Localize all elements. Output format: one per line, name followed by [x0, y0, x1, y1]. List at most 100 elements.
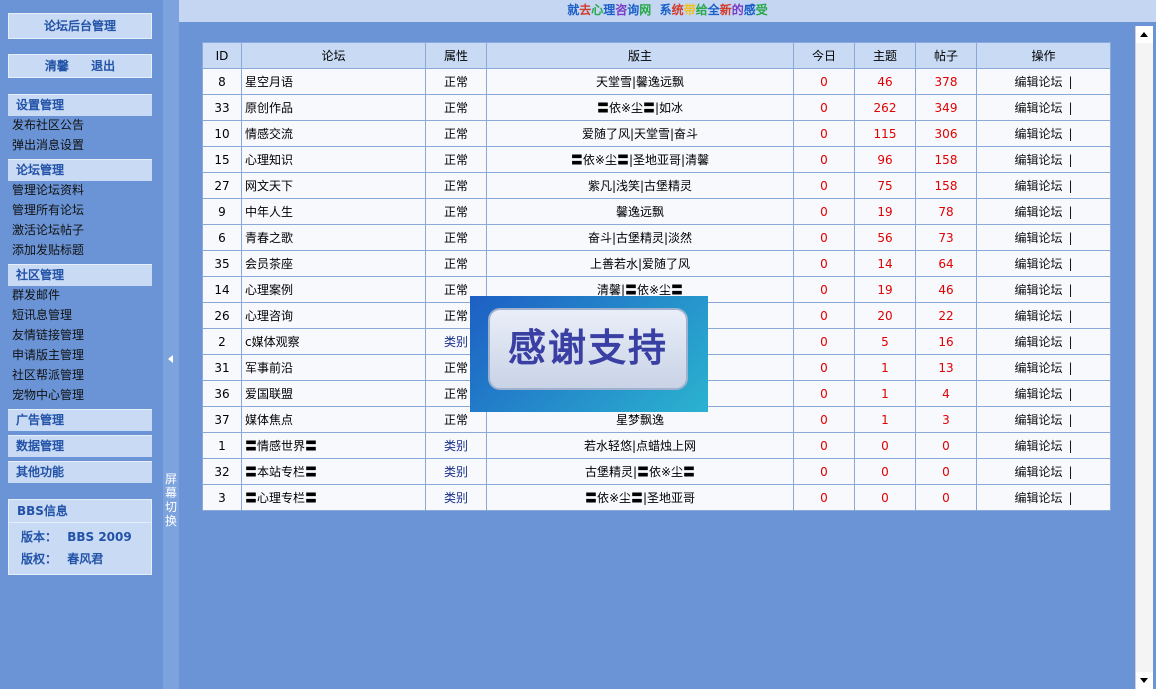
- sidebar-group-header[interactable]: 广告管理: [8, 409, 152, 431]
- admin-title: 论坛后台管理: [43, 19, 116, 33]
- forum-name[interactable]: 星空月语: [241, 68, 426, 95]
- sidebar-item[interactable]: 管理论坛资料: [12, 180, 84, 200]
- edit-forum-link[interactable]: 编辑论坛: [1014, 101, 1062, 115]
- clear-button[interactable]: 清馨: [45, 59, 69, 73]
- forum-id: 2: [202, 328, 242, 355]
- action-separator: |: [1068, 153, 1073, 167]
- forum-moderators: 若水轻悠|点蜡烛上网: [486, 432, 794, 459]
- forum-name[interactable]: 〓本站专栏〓: [241, 458, 426, 485]
- forum-name[interactable]: 军事前沿: [241, 354, 426, 381]
- sidebar-item[interactable]: 弹出消息设置: [12, 135, 84, 155]
- forum-id: 31: [202, 354, 242, 381]
- edit-forum-link[interactable]: 编辑论坛: [1014, 387, 1062, 401]
- forum-name[interactable]: 会员茶座: [241, 250, 426, 277]
- edit-forum-link[interactable]: 编辑论坛: [1014, 465, 1062, 479]
- table-row: 3 〓心理专栏〓 类别 〓依※尘〓|圣地亚哥 0 0 0 编辑论坛 |: [202, 484, 1111, 511]
- forum-posts: 64: [915, 250, 977, 277]
- forum-actions: 编辑论坛 |: [976, 354, 1111, 381]
- scroll-up-button[interactable]: [1136, 26, 1153, 43]
- sidebar-item[interactable]: 短讯息管理: [12, 305, 72, 325]
- forum-posts: 0: [915, 432, 977, 459]
- slogan-char: 感: [743, 3, 756, 17]
- sidebar-group-header[interactable]: 设置管理: [8, 94, 152, 116]
- edit-forum-link[interactable]: 编辑论坛: [1014, 75, 1062, 89]
- forum-today: 0: [793, 328, 855, 355]
- sidebar-group-header[interactable]: 社区管理: [8, 264, 152, 286]
- scroll-down-button[interactable]: [1136, 672, 1153, 689]
- top-banner: 就去心理咨询网 系统带给全新的感受: [179, 0, 1156, 22]
- sidebar-group-header[interactable]: 论坛管理: [8, 159, 152, 181]
- sidebar-group-header[interactable]: 其他功能: [8, 461, 152, 483]
- edit-forum-link[interactable]: 编辑论坛: [1014, 205, 1062, 219]
- action-separator: |: [1068, 465, 1073, 479]
- sidebar-item[interactable]: 管理所有论坛: [12, 200, 84, 220]
- forum-name[interactable]: 〓情感世界〓: [241, 432, 426, 459]
- table-row: 27 网文天下 正常 紫凡|浅笑|古堡精灵 0 75 158 编辑论坛 |: [202, 172, 1111, 199]
- sidebar-item[interactable]: 申请版主管理: [12, 345, 84, 365]
- forum-actions: 编辑论坛 |: [976, 458, 1111, 485]
- forum-name[interactable]: 心理知识: [241, 146, 426, 173]
- edit-forum-link[interactable]: 编辑论坛: [1014, 153, 1062, 167]
- forum-name[interactable]: 〓心理专栏〓: [241, 484, 426, 511]
- screen-toggle-char[interactable]: 屏: [164, 472, 178, 486]
- forum-posts: 13: [915, 354, 977, 381]
- forum-name[interactable]: 网文天下: [241, 172, 426, 199]
- edit-forum-link[interactable]: 编辑论坛: [1014, 257, 1062, 271]
- slogan-char: 询: [627, 3, 640, 17]
- slogan-char: 理: [603, 3, 616, 17]
- forum-name[interactable]: 爱国联盟: [241, 380, 426, 407]
- forum-id: 37: [202, 406, 242, 433]
- edit-forum-link[interactable]: 编辑论坛: [1014, 309, 1062, 323]
- forum-name[interactable]: 心理咨询: [241, 302, 426, 329]
- edit-forum-link[interactable]: 编辑论坛: [1014, 127, 1062, 141]
- slogan-char: 心: [591, 3, 604, 17]
- col-header-posts: 帖子: [915, 42, 977, 69]
- forum-name[interactable]: 原创作品: [241, 94, 426, 121]
- edit-forum-link[interactable]: 编辑论坛: [1014, 335, 1062, 349]
- sidebar-item[interactable]: 添加发贴标题: [12, 240, 84, 260]
- thanks-overlay-ad[interactable]: 感谢支持: [470, 296, 708, 412]
- forum-posts: 46: [915, 276, 977, 303]
- sidebar-item[interactable]: 发布社区公告: [12, 115, 84, 135]
- screen-toggle-label[interactable]: 屏幕切换: [164, 472, 178, 528]
- edit-forum-link[interactable]: 编辑论坛: [1014, 491, 1062, 505]
- forum-today: 0: [793, 120, 855, 147]
- screen-toggle-char[interactable]: 换: [164, 514, 178, 528]
- forum-topics: 262: [854, 94, 916, 121]
- screen-toggle-char[interactable]: 幕: [164, 486, 178, 500]
- forum-name[interactable]: 心理案例: [241, 276, 426, 303]
- forum-topics: 19: [854, 198, 916, 225]
- forum-name[interactable]: 青春之歌: [241, 224, 426, 251]
- sidebar-item[interactable]: 群发邮件: [12, 285, 60, 305]
- edit-forum-link[interactable]: 编辑论坛: [1014, 439, 1062, 453]
- forum-id: 27: [202, 172, 242, 199]
- collapse-arrow-icon[interactable]: [168, 355, 173, 363]
- edit-forum-link[interactable]: 编辑论坛: [1014, 413, 1062, 427]
- scroll-track[interactable]: [1136, 43, 1153, 672]
- edit-forum-link[interactable]: 编辑论坛: [1014, 179, 1062, 193]
- bbs-copyright-row: 版权： 春风君: [17, 548, 151, 570]
- forum-name[interactable]: c媒体观察: [241, 328, 426, 355]
- forum-name[interactable]: 情感交流: [241, 120, 426, 147]
- logout-button[interactable]: 退出: [91, 59, 115, 73]
- sidebar-item[interactable]: 宠物中心管理: [12, 385, 84, 405]
- action-separator: |: [1068, 283, 1073, 297]
- screen-toggle-char[interactable]: 切: [164, 500, 178, 514]
- forum-actions: 编辑论坛 |: [976, 406, 1111, 433]
- forum-id: 26: [202, 302, 242, 329]
- vertical-scrollbar[interactable]: [1135, 26, 1153, 689]
- screen-toggle-splitter[interactable]: 屏幕切换: [163, 0, 179, 689]
- sidebar-group-header[interactable]: 数据管理: [8, 435, 152, 457]
- forum-posts: 158: [915, 146, 977, 173]
- edit-forum-link[interactable]: 编辑论坛: [1014, 231, 1062, 245]
- sidebar-item[interactable]: 激活论坛帖子: [12, 220, 84, 240]
- slogan-char: 咨: [615, 3, 628, 17]
- edit-forum-link[interactable]: 编辑论坛: [1014, 283, 1062, 297]
- action-separator: |: [1068, 101, 1073, 115]
- edit-forum-link[interactable]: 编辑论坛: [1014, 361, 1062, 375]
- slogan-char: 网: [639, 3, 652, 17]
- sidebar-item[interactable]: 社区帮派管理: [12, 365, 84, 385]
- forum-name[interactable]: 中年人生: [241, 198, 426, 225]
- forum-name[interactable]: 媒体焦点: [241, 406, 426, 433]
- sidebar-item[interactable]: 友情链接管理: [12, 325, 84, 345]
